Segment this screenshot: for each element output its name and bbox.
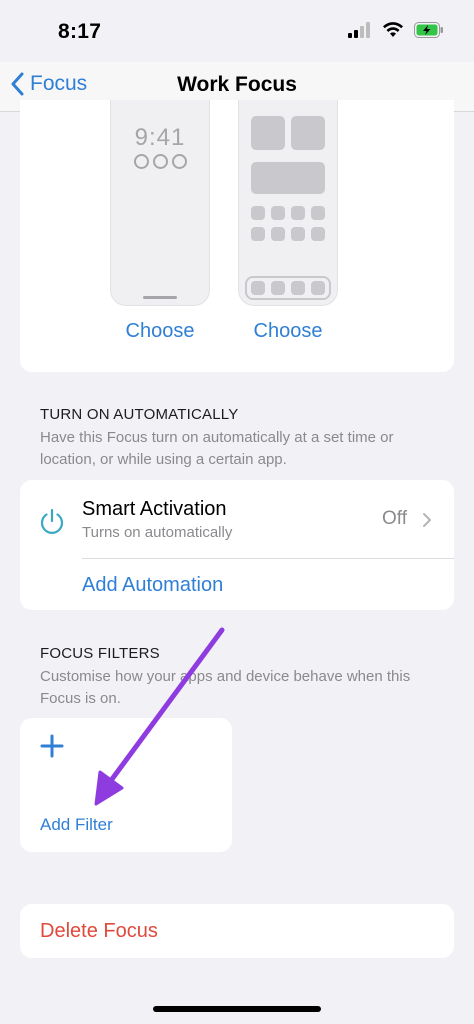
app-icon — [311, 227, 325, 241]
battery-charging-icon — [414, 22, 443, 38]
smart-activation-value[interactable]: Off — [382, 508, 407, 530]
home-screen-preview[interactable] — [238, 100, 338, 306]
plus-icon[interactable] — [40, 734, 64, 758]
widget-circle-icon — [152, 154, 168, 169]
row-divider — [82, 558, 454, 559]
status-icons — [348, 22, 444, 38]
add-filter-button[interactable]: Add Filter — [40, 815, 113, 835]
dock-app-icon — [311, 281, 325, 295]
status-bar: 8:17 — [0, 0, 474, 62]
dock-app-icon — [251, 281, 265, 295]
automation-section-header: TURN ON AUTOMATICALLY — [40, 406, 239, 423]
filters-section-header: FOCUS FILTERS — [40, 645, 160, 662]
app-icon — [271, 206, 285, 220]
page-title: Work Focus — [177, 73, 297, 96]
chevron-right-icon[interactable] — [422, 512, 432, 528]
lock-screen-home-bar — [143, 296, 177, 299]
smart-activation-subtitle: Turns on automatically — [82, 524, 233, 541]
widget-tile-wide — [251, 162, 325, 194]
choose-lock-screen-button[interactable]: Choose — [100, 320, 220, 343]
app-icon — [251, 227, 265, 241]
home-indicator[interactable] — [153, 1006, 321, 1012]
app-icon — [251, 206, 265, 220]
add-automation-button[interactable]: Add Automation — [82, 574, 223, 597]
power-icon — [40, 508, 64, 534]
status-time: 8:17 — [58, 20, 102, 43]
widget-tile — [291, 116, 325, 150]
lock-screen-time: 9:41 — [134, 124, 186, 151]
choose-home-screen-button[interactable]: Choose — [228, 320, 348, 343]
dock — [245, 276, 331, 300]
dock-app-icon — [291, 281, 305, 295]
app-icon — [311, 206, 325, 220]
smart-activation-title[interactable]: Smart Activation — [82, 498, 227, 521]
app-icon — [271, 227, 285, 241]
lock-screen-preview[interactable]: 9:41 — [110, 100, 210, 306]
wifi-icon — [383, 22, 403, 37]
lock-screen-widgets — [111, 154, 209, 169]
cellular-signal-icon — [348, 22, 370, 38]
automation-section-description: Have this Focus turn on automatically at… — [40, 429, 394, 468]
filters-section-description: Customise how your apps and device behav… — [40, 668, 411, 707]
widget-circle-icon — [133, 154, 149, 169]
widget-tile — [251, 116, 285, 150]
delete-focus-button[interactable]: Delete Focus — [40, 920, 158, 943]
app-icon — [291, 206, 305, 220]
widget-circle-icon — [171, 154, 187, 169]
app-icon — [291, 227, 305, 241]
dock-app-icon — [271, 281, 285, 295]
